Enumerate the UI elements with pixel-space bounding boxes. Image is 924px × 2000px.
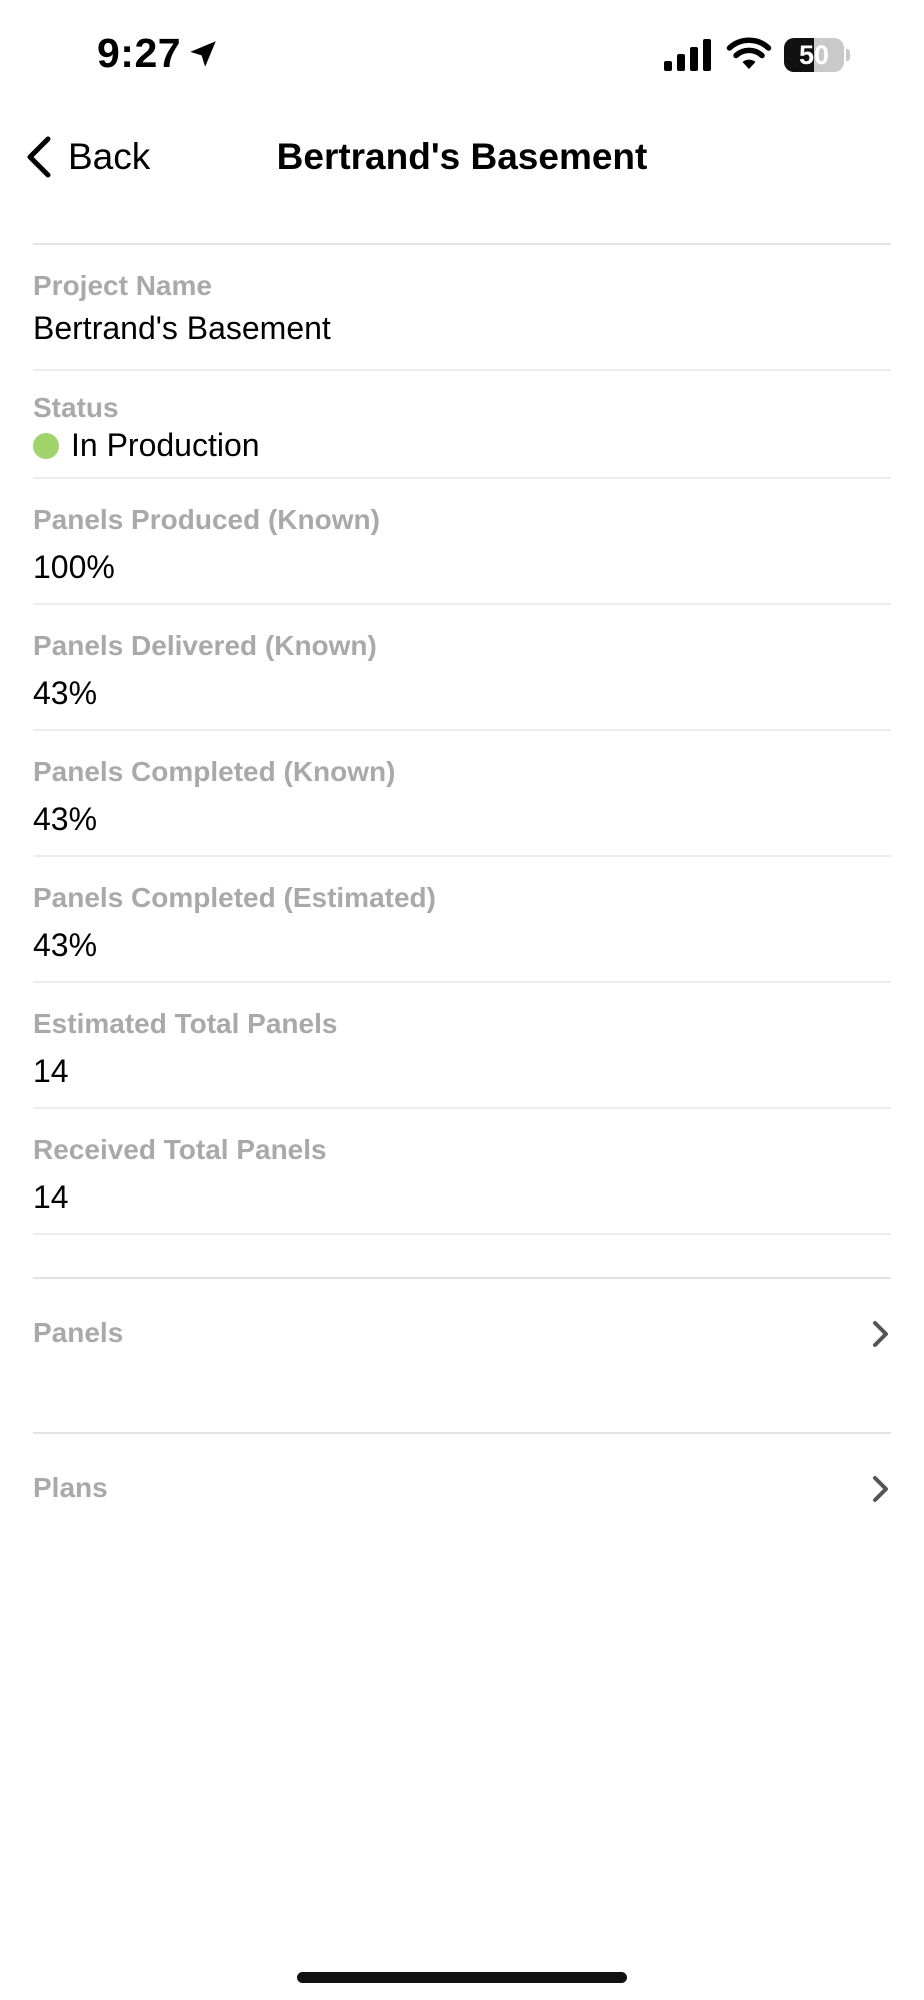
project-name-row: Project Name Bertrand's Basement	[33, 245, 891, 371]
estimated-total-panels-label: Estimated Total Panels	[33, 1008, 338, 1039]
received-total-panels-label: Received Total Panels	[33, 1134, 327, 1165]
panels-produced-known-row: Panels Produced (Known) 100%	[33, 479, 891, 605]
location-arrow-icon	[190, 41, 216, 67]
status-label: Status	[33, 392, 119, 423]
panels-completed-known-row: Panels Completed (Known) 43%	[33, 731, 891, 857]
cellular-signal-icon	[664, 39, 711, 71]
panels-completed-estimated-label: Panels Completed (Estimated)	[33, 882, 436, 913]
panels-completed-known-value: 43%	[33, 801, 98, 837]
received-total-panels-row: Received Total Panels 14	[33, 1109, 891, 1235]
panels-delivered-known-label: Panels Delivered (Known)	[33, 630, 377, 661]
panels-link-label: Panels	[33, 1317, 124, 1348]
wifi-icon	[726, 37, 772, 69]
panels-completed-estimated-row: Panels Completed (Estimated) 43%	[33, 857, 891, 983]
chevron-left-icon	[27, 136, 51, 178]
status-time: 9:27	[97, 30, 182, 76]
plans-link[interactable]: Plans	[33, 1432, 891, 1542]
panels-produced-known-value: 100%	[33, 549, 115, 585]
back-button[interactable]: Back	[24, 126, 150, 188]
panels-completed-known-label: Panels Completed (Known)	[33, 756, 396, 787]
status-row: Status In Production	[33, 371, 891, 479]
panels-link[interactable]: Panels	[33, 1277, 891, 1387]
status-value: In Production	[71, 427, 260, 463]
panels-delivered-known-value: 43%	[33, 675, 98, 711]
chevron-right-icon	[873, 1321, 888, 1347]
estimated-total-panels-row: Estimated Total Panels 14	[33, 983, 891, 1109]
project-name-label: Project Name	[33, 270, 212, 301]
project-name-value: Bertrand's Basement	[33, 310, 331, 346]
navigation-bar: Back Bertrand's Basement	[0, 110, 924, 230]
received-total-panels-value: 14	[33, 1179, 69, 1215]
chevron-right-icon	[873, 1476, 888, 1502]
battery-level: 50	[798, 40, 830, 70]
battery-icon: 50	[784, 38, 850, 72]
plans-link-label: Plans	[33, 1472, 108, 1503]
estimated-total-panels-value: 14	[33, 1053, 69, 1089]
page-title: Bertrand's Basement	[276, 136, 648, 177]
panels-produced-known-label: Panels Produced (Known)	[33, 504, 380, 535]
status-bar: 9:27 50	[0, 0, 924, 110]
panels-completed-estimated-value: 43%	[33, 927, 98, 963]
project-details: Project Name Bertrand's Basement Status …	[33, 243, 891, 1235]
status-indicator-dot	[33, 433, 59, 459]
back-label: Back	[68, 136, 151, 177]
panels-delivered-known-row: Panels Delivered (Known) 43%	[33, 605, 891, 731]
home-indicator[interactable]	[297, 1972, 627, 1983]
